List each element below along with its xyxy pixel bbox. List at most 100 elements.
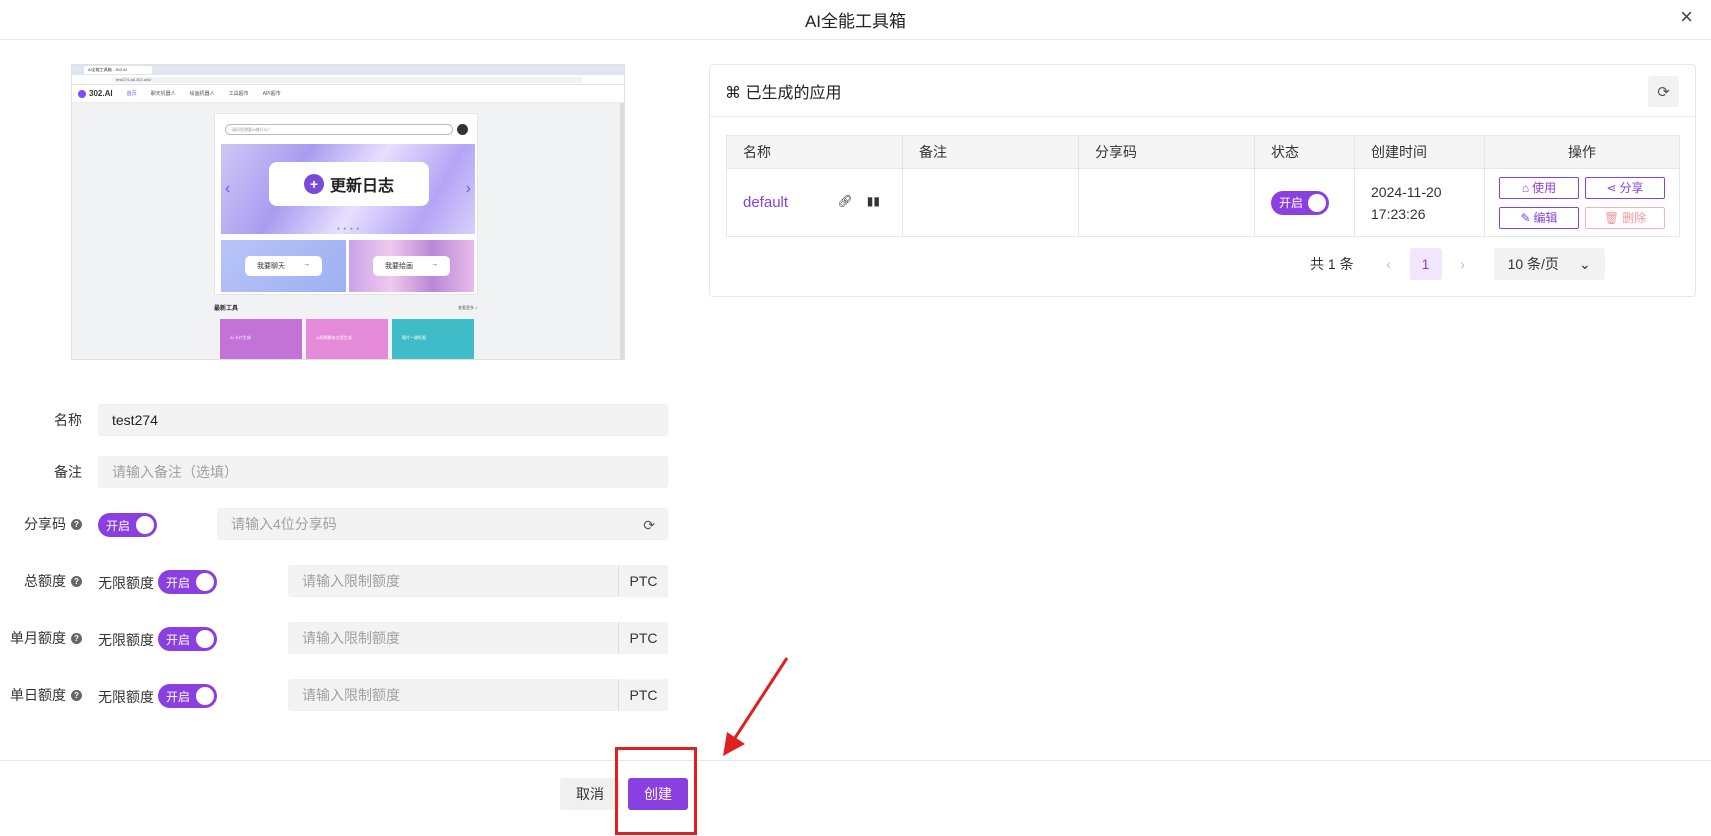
- page-number[interactable]: 1: [1409, 248, 1442, 280]
- cancel-button[interactable]: 取消: [560, 778, 620, 810]
- preview-update-log: + 更新日志: [269, 162, 429, 206]
- preview-nav-item: API超市: [262, 91, 281, 97]
- trash-icon: 🗑︎: [1603, 210, 1620, 225]
- col-header: 分享码: [1078, 135, 1255, 169]
- preview-url: test274-a8.302.ai/#/: [112, 76, 582, 83]
- preview-more: 查看更多 >: [458, 305, 478, 310]
- share-code-toggle[interactable]: 开启: [98, 513, 157, 537]
- edit-button[interactable]: ✎ 编辑: [1499, 206, 1579, 229]
- chevron-left-icon[interactable]: ‹: [1376, 256, 1402, 272]
- link-icon[interactable]: 🔗︎: [838, 194, 853, 208]
- annotation-highlight-box: [615, 747, 697, 835]
- preview-nav-item: 首页: [126, 91, 137, 97]
- pagination-total: 共 1 条: [1310, 256, 1354, 272]
- panel-title: ⌘ 已生成的应用: [710, 65, 1695, 117]
- name-label: 名称: [54, 412, 82, 428]
- preview-nav-item: 工具超市: [228, 91, 249, 97]
- daily-quota-toggle[interactable]: 开启: [158, 684, 217, 708]
- app-preview-image: AI全能工具箱 - 302.AI test274-a8.302.ai/#/ 30…: [71, 64, 625, 360]
- help-icon[interactable]: ?: [71, 575, 82, 587]
- help-icon[interactable]: ?: [71, 689, 82, 701]
- use-button[interactable]: ⌂ 使用: [1499, 176, 1579, 199]
- remark-cell: [902, 168, 1079, 237]
- status-toggle[interactable]: 开启: [1271, 190, 1329, 215]
- preview-card: 请问您想要AI做什么？ ‹ + 更新日志 › ● ● ● ● 我要聊天 → 我要绘…: [214, 113, 478, 295]
- preview-nav: 302.AI 首页 聊天机器人 绘画机器人 工具超市 API超市: [72, 85, 624, 103]
- preview-scrollbar: [620, 103, 624, 359]
- unit-label: PTC: [618, 565, 668, 597]
- remark-input[interactable]: 请输入备注（选填）: [98, 456, 668, 488]
- close-icon[interactable]: ×: [1680, 4, 1693, 30]
- plus-icon: +: [303, 174, 324, 194]
- preview-tool-card: 图片一键抠图: [392, 319, 474, 359]
- preview-search-icon: [457, 124, 468, 135]
- col-header: 创建时间: [1354, 135, 1485, 169]
- name-input[interactable]: test274: [98, 404, 668, 436]
- logo-icon: [78, 89, 86, 98]
- footer-divider: [0, 760, 1711, 761]
- annotation-arrow-icon: [723, 657, 789, 756]
- created-time-cell: 2024-11-20 17:23:26: [1354, 168, 1485, 237]
- no-limit-label: 无限额度: [98, 689, 154, 705]
- page-size-select[interactable]: 10 条/页 ⌄: [1493, 248, 1605, 280]
- robot-icon: ⌂: [1521, 180, 1530, 195]
- modal-title: AI全能工具箱: [0, 0, 1711, 40]
- app-name-cell: default 🔗︎ ▮▮: [726, 168, 903, 237]
- share-code-input[interactable]: 请输入4位分享码 ⟳: [217, 508, 668, 540]
- preview-banner: ‹ + 更新日志 ›: [221, 144, 475, 234]
- daily-quota-label: 单日额度?: [0, 679, 82, 711]
- unit-label: PTC: [618, 679, 668, 711]
- no-limit-label: 无限额度: [98, 575, 154, 591]
- edit-icon: ✎: [1520, 210, 1531, 225]
- preview-tool-card: AI视频脚本文案生成: [306, 319, 388, 359]
- preview-tool-card: AI 卡片生成: [220, 319, 302, 359]
- col-header: 备注: [902, 135, 1079, 169]
- daily-quota-input[interactable]: 请输入限制额度: [288, 679, 618, 711]
- generated-apps-panel: ⌘ 已生成的应用 ⟳ 名称 备注 分享码 状态 创建时间 操作 default …: [709, 64, 1696, 297]
- app-name-link[interactable]: default: [743, 194, 788, 211]
- chevron-right-icon[interactable]: ›: [1450, 256, 1476, 272]
- stats-icon[interactable]: ▮▮: [867, 194, 880, 208]
- total-quota-input[interactable]: 请输入限制额度: [288, 565, 618, 597]
- preview-carousel-dots: ● ● ● ●: [337, 226, 361, 232]
- apps-table: 名称 备注 分享码 状态 创建时间 操作 default 🔗︎ ▮▮ 开启 20…: [726, 135, 1680, 237]
- preview-tools-title: 最新工具: [214, 306, 239, 312]
- refresh-icon[interactable]: ⟳: [643, 517, 655, 534]
- col-header: 操作: [1484, 135, 1680, 169]
- preview-chat-card: 我要聊天 →: [221, 240, 346, 292]
- preview-draw-card: 我要绘画 →: [349, 240, 474, 292]
- remark-label: 备注: [54, 464, 82, 480]
- preview-logo: 302.AI: [78, 89, 113, 98]
- preview-search: 请问您想要AI做什么？: [225, 124, 453, 135]
- share-code-label: 分享码?: [0, 508, 82, 540]
- status-cell: 开启: [1254, 168, 1355, 237]
- refresh-icon[interactable]: ⟳: [1648, 76, 1679, 107]
- help-icon[interactable]: ?: [71, 518, 82, 530]
- col-header: 名称: [726, 135, 903, 169]
- share-icon: ⋖: [1606, 180, 1617, 195]
- monthly-quota-input[interactable]: 请输入限制额度: [288, 622, 618, 654]
- preview-nav-item: 绘画机器人: [189, 91, 215, 97]
- help-icon[interactable]: ?: [71, 632, 82, 644]
- delete-button[interactable]: 🗑︎ 删除: [1585, 206, 1665, 229]
- preview-addressbar: test274-a8.302.ai/#/: [72, 75, 624, 85]
- no-limit-label: 无限额度: [98, 632, 154, 648]
- chevron-right-icon: ›: [465, 180, 471, 197]
- share-code-cell: [1078, 168, 1255, 237]
- operations-cell: ⌂ 使用 ⋖ 分享 ✎ 编辑 🗑︎ 删除: [1484, 168, 1680, 237]
- share-button[interactable]: ⋖ 分享: [1585, 176, 1665, 199]
- table-row: default 🔗︎ ▮▮ 开启 2024-11-20 17:23:26 ⌂ 使…: [726, 168, 1680, 237]
- preview-tabbar: AI全能工具箱 - 302.AI: [72, 65, 624, 75]
- col-header: 状态: [1254, 135, 1355, 169]
- chevron-down-icon: ⌄: [1578, 255, 1591, 272]
- arrow-right-icon: →: [303, 261, 310, 268]
- pagination: 共 1 条 ‹ 1 › 10 条/页 ⌄: [1310, 248, 1605, 280]
- monthly-quota-label: 单月额度?: [0, 622, 82, 654]
- arrow-right-icon: →: [431, 261, 438, 268]
- chevron-left-icon: ‹: [225, 180, 231, 197]
- total-quota-toggle[interactable]: 开启: [158, 570, 217, 594]
- monthly-quota-toggle[interactable]: 开启: [158, 627, 217, 651]
- total-quota-label: 总额度?: [0, 565, 82, 597]
- preview-tab: AI全能工具箱 - 302.AI: [84, 66, 152, 74]
- preview-nav-item: 聊天机器人: [150, 91, 176, 97]
